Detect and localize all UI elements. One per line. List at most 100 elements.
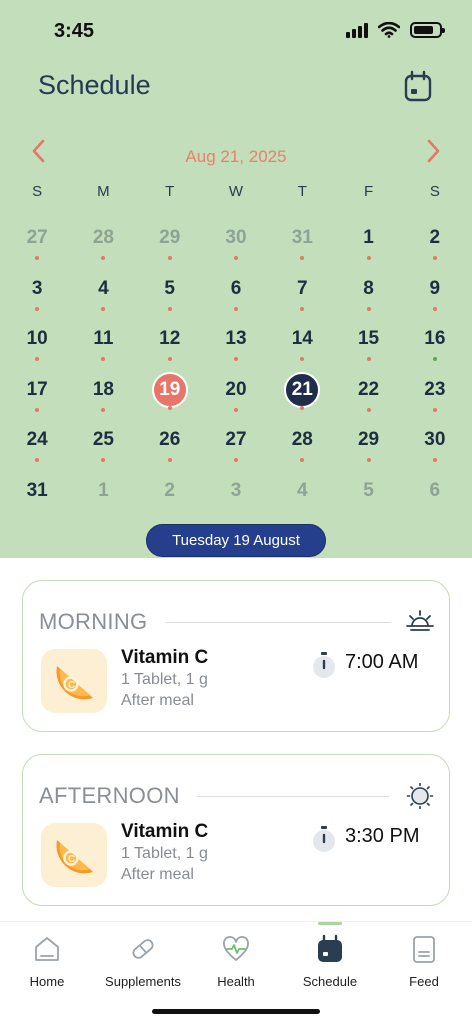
day-number: 25	[92, 429, 114, 450]
calendar-day[interactable]: 31	[269, 213, 335, 264]
calendar-icon[interactable]	[404, 70, 432, 102]
page-title: Schedule	[38, 70, 151, 100]
dose-indicator-dot	[167, 306, 172, 311]
divider	[165, 622, 391, 623]
dose-indicator-dot	[300, 357, 305, 361]
calendar-day[interactable]: 14	[269, 314, 335, 365]
day-number: 28	[92, 227, 114, 248]
day-number: 29	[159, 227, 181, 248]
calendar-day[interactable]: 24	[4, 415, 70, 466]
day-number: 6	[429, 479, 441, 501]
calendar-day[interactable]: 8	[335, 264, 401, 315]
med-time: 3:30 PM	[345, 825, 420, 847]
calendar-day[interactable]: 30	[203, 213, 269, 264]
tab-feed[interactable]: Feed	[377, 922, 471, 1002]
dose-indicator-dot	[101, 306, 106, 311]
tab-schedule[interactable]: Schedule	[283, 922, 377, 1002]
calendar-day[interactable]: 6	[203, 264, 269, 315]
tab-health[interactable]: Health	[189, 922, 283, 1002]
calendar-day[interactable]: 16	[402, 314, 468, 365]
day-number: 4	[296, 479, 308, 501]
calendar-day[interactable]: 3	[203, 466, 269, 517]
calendar-day[interactable]: 15	[335, 314, 401, 365]
day-number: 21	[284, 371, 321, 408]
tab-label: Health	[217, 974, 255, 989]
dose-indicator-dot	[366, 357, 371, 361]
calendar-day[interactable]: 26	[137, 415, 203, 466]
calendar-day[interactable]: 18	[70, 365, 136, 416]
day-number: 26	[159, 429, 181, 450]
calendar-day[interactable]: 7	[269, 264, 335, 315]
calendar-day[interactable]: 27	[203, 415, 269, 466]
day-number: 27	[225, 429, 247, 450]
calendar-day[interactable]: 20	[203, 365, 269, 416]
dose-indicator-dot	[234, 509, 238, 513]
calendar-day[interactable]: 27	[4, 213, 70, 264]
dose-indicator-dot	[300, 509, 304, 513]
calendar-day[interactable]: 6	[402, 466, 468, 517]
dose-indicator-dot	[432, 306, 437, 311]
calendar-day[interactable]: 31	[4, 466, 70, 517]
calendar-day[interactable]: 13	[203, 314, 269, 365]
sunrise-icon	[406, 610, 434, 631]
weekday-label: W	[228, 183, 244, 200]
calendar-day[interactable]: 3	[4, 264, 70, 315]
calendar-day[interactable]: 1	[70, 466, 136, 517]
calendar-day[interactable]: 30	[402, 415, 468, 466]
day-number: 31	[26, 479, 48, 501]
calendar-day[interactable]: 5	[335, 466, 401, 517]
calendar-day[interactable]: 4	[269, 466, 335, 517]
calendar-day[interactable]: 12	[137, 314, 203, 365]
calendar-day[interactable]: 22	[335, 365, 401, 416]
calendar-day[interactable]: 10	[4, 314, 70, 365]
day-number: 5	[363, 479, 374, 501]
calendar-day[interactable]: 28	[269, 415, 335, 466]
calendar-day[interactable]: 25	[70, 415, 136, 466]
orange-slice-icon: C	[41, 823, 107, 887]
dose-indicator-dot	[35, 306, 40, 311]
calendar-day-today[interactable]: 19	[137, 365, 203, 416]
calendar-day[interactable]: 11	[70, 314, 136, 365]
dose-indicator-dot	[101, 407, 106, 412]
day-number: 30	[424, 429, 446, 450]
day-number: 24	[26, 429, 48, 450]
timer-icon	[313, 826, 335, 852]
calendar-day[interactable]: 2	[402, 213, 468, 264]
calendar-day-selected[interactable]: 21	[269, 365, 335, 416]
med-note: After meal	[121, 692, 194, 709]
timer-icon	[313, 652, 335, 678]
calendar-day[interactable]: 2	[137, 466, 203, 517]
tab-label: Schedule	[302, 974, 358, 989]
day-number: 7	[296, 277, 308, 299]
calendar-day[interactable]: 23	[402, 365, 468, 416]
wifi-icon	[378, 22, 400, 38]
dose-indicator-dot	[35, 357, 40, 361]
tab-label: Supplements	[105, 974, 181, 989]
tab-home[interactable]: Home	[0, 922, 94, 1002]
calendar-day[interactable]: 4	[70, 264, 136, 315]
day-number: 3	[230, 479, 242, 501]
med-dose: 1 Tablet, 1 g	[121, 671, 208, 688]
dose-indicator-dot	[432, 458, 437, 462]
calendar-day[interactable]: 29	[335, 415, 401, 466]
calendar-day[interactable]: 17	[4, 365, 70, 416]
weekday-label: T	[297, 183, 307, 200]
day-number: 19	[151, 371, 188, 408]
med-note: After meal	[121, 866, 194, 883]
calendar-day[interactable]: 29	[137, 213, 203, 264]
selected-date-pill[interactable]: Tuesday 19 August	[146, 524, 326, 557]
calendar-day[interactable]: 9	[402, 264, 468, 315]
med-name: Vitamin C	[121, 647, 209, 668]
calendar-day[interactable]: 28	[70, 213, 136, 264]
morning-card: MORNING C Vitamin C 1 Tablet, 1 g After …	[22, 580, 450, 732]
day-number: 8	[363, 277, 374, 299]
sun-icon	[406, 783, 434, 809]
tab-supplements[interactable]: Supplements	[96, 922, 190, 1002]
calendar-day[interactable]: 1	[335, 213, 401, 264]
day-number: 18	[92, 378, 114, 400]
dose-indicator-dot	[167, 405, 172, 410]
next-month-button[interactable]	[422, 138, 444, 164]
day-number: 29	[357, 429, 380, 450]
weekday-header-row: SMTWTFS	[4, 183, 468, 200]
calendar-day[interactable]: 5	[137, 264, 203, 315]
